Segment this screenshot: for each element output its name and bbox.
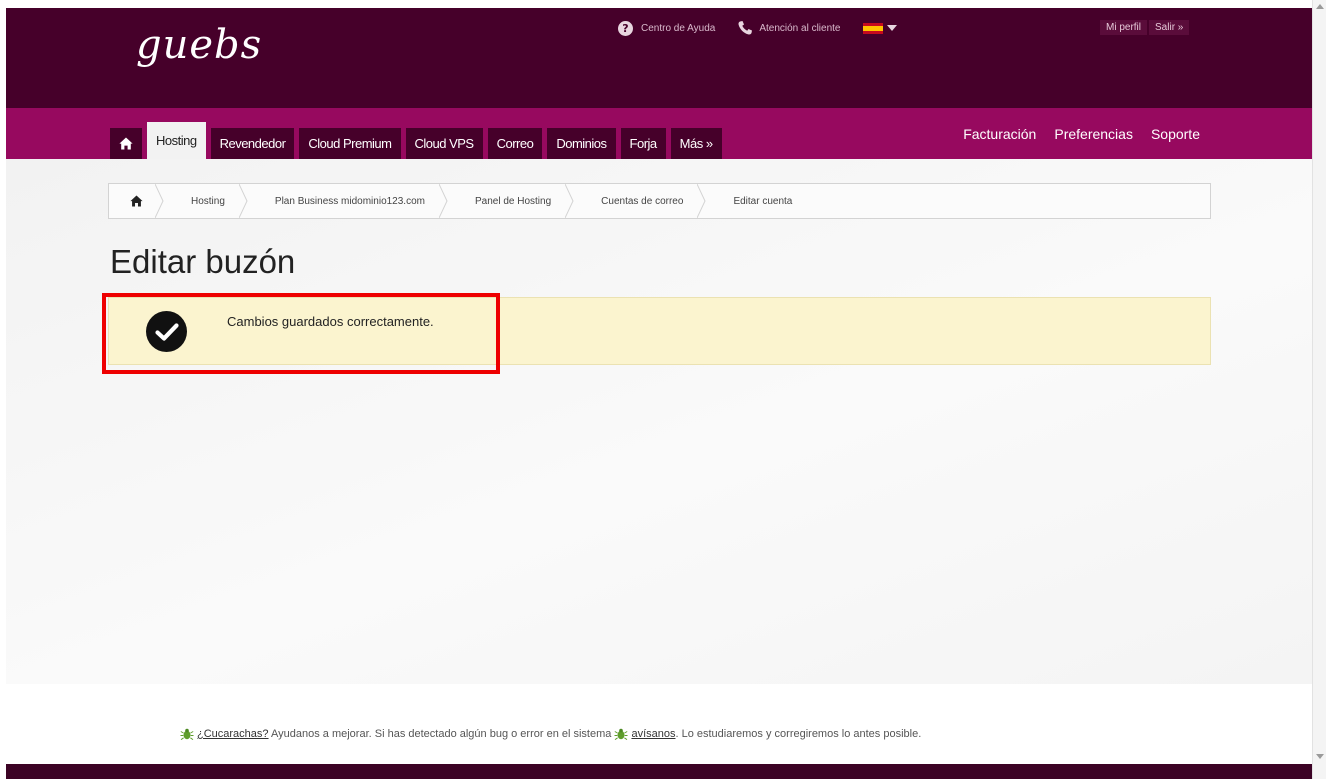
scroll-down-icon[interactable] bbox=[1316, 754, 1324, 759]
breadcrumb-separator bbox=[565, 184, 574, 218]
notify-us-link[interactable]: avísanos bbox=[631, 728, 675, 740]
footer-area bbox=[6, 684, 1312, 764]
breadcrumb-separator bbox=[238, 184, 248, 218]
nav-link-soporte[interactable]: Soporte bbox=[1151, 126, 1200, 142]
phone-icon bbox=[738, 21, 753, 35]
nav-link-facturacion[interactable]: Facturación bbox=[963, 126, 1036, 142]
site-logo[interactable]: guebs bbox=[136, 22, 262, 68]
nav-tab-mas[interactable]: Más » bbox=[670, 128, 722, 159]
breadcrumb-separator bbox=[697, 184, 706, 218]
site-header: guebs ? Centro de Ayuda Atención al clie… bbox=[6, 8, 1312, 108]
bug-report-link[interactable]: ¿Cucarachas? bbox=[197, 728, 269, 740]
breadcrumb-label: Editar cuenta bbox=[733, 195, 793, 207]
nav-link-preferencias[interactable]: Preferencias bbox=[1054, 126, 1133, 142]
footer-bar bbox=[6, 764, 1312, 779]
highlight-annotation bbox=[102, 293, 500, 374]
language-selector[interactable] bbox=[862, 22, 897, 34]
nav-tab-hosting[interactable]: Hosting bbox=[147, 122, 206, 159]
nav-home-tab[interactable] bbox=[110, 128, 142, 159]
breadcrumb-label: Panel de Hosting bbox=[474, 195, 552, 207]
breadcrumb-item-current: Editar cuenta bbox=[705, 184, 814, 218]
bug-icon bbox=[614, 728, 628, 741]
breadcrumb-item-email-accounts[interactable]: Cuentas de correo bbox=[573, 184, 706, 218]
logout-link[interactable]: Salir » bbox=[1149, 20, 1190, 35]
nav-tab-dominios[interactable]: Dominios bbox=[547, 128, 616, 159]
nav-tab-forja[interactable]: Forja bbox=[620, 128, 666, 159]
bug-report-text-end: . Lo estudiaremos y corregiremos lo ante… bbox=[675, 728, 922, 740]
nav-tab-correo[interactable]: Correo bbox=[487, 128, 543, 159]
spain-flag-icon bbox=[862, 22, 883, 34]
breadcrumb-label: Cuentas de correo bbox=[601, 195, 684, 207]
customer-support-label: Atención al cliente bbox=[759, 22, 841, 34]
caret-down-icon bbox=[886, 25, 897, 31]
breadcrumb-label: Hosting bbox=[191, 195, 225, 207]
profile-link[interactable]: Mi perfil bbox=[1100, 20, 1148, 35]
nav-right-links: Facturación Preferencias Soporte bbox=[945, 126, 1200, 142]
breadcrumb-home[interactable] bbox=[109, 184, 164, 218]
nav-tabs: Hosting Revendedor Cloud Premium Cloud V… bbox=[110, 122, 727, 159]
bug-report-text: Ayudanos a mejorar. Si has detectado alg… bbox=[268, 728, 615, 740]
scrollbar[interactable] bbox=[1312, 0, 1326, 779]
main-content: Hosting Plan Business midominio123.com P… bbox=[6, 159, 1312, 684]
bug-icon bbox=[180, 728, 194, 741]
nav-tab-cloud-premium[interactable]: Cloud Premium bbox=[299, 128, 401, 159]
nav-tab-cloud-vps[interactable]: Cloud VPS bbox=[405, 128, 483, 159]
home-icon bbox=[129, 195, 143, 207]
help-center-link[interactable]: ? Centro de Ayuda bbox=[618, 20, 716, 36]
help-center-label: Centro de Ayuda bbox=[641, 22, 716, 34]
breadcrumb: Hosting Plan Business midominio123.com P… bbox=[108, 183, 1211, 219]
breadcrumb-item-panel[interactable]: Panel de Hosting bbox=[447, 184, 574, 218]
breadcrumb-item-hosting[interactable]: Hosting bbox=[163, 184, 248, 218]
breadcrumb-separator bbox=[438, 184, 448, 218]
user-links: Mi perfil Salir » bbox=[1100, 20, 1190, 35]
question-icon: ? bbox=[618, 20, 633, 36]
scroll-up-icon[interactable] bbox=[1316, 4, 1324, 9]
nav-tab-revendedor[interactable]: Revendedor bbox=[210, 128, 295, 159]
home-icon bbox=[119, 137, 133, 150]
main-navbar: Hosting Revendedor Cloud Premium Cloud V… bbox=[6, 108, 1312, 159]
breadcrumb-separator bbox=[155, 184, 164, 218]
breadcrumb-label: Plan Business midominio123.com bbox=[274, 195, 425, 207]
bug-report-line: ¿Cucarachas? Ayudanos a mejorar. Si has … bbox=[180, 727, 921, 741]
breadcrumb-item-plan[interactable]: Plan Business midominio123.com bbox=[247, 184, 448, 218]
customer-support-link[interactable]: Atención al cliente bbox=[737, 20, 841, 36]
page-title: Editar buzón bbox=[110, 243, 296, 280]
top-links: ? Centro de Ayuda Atención al cliente bbox=[618, 20, 919, 36]
